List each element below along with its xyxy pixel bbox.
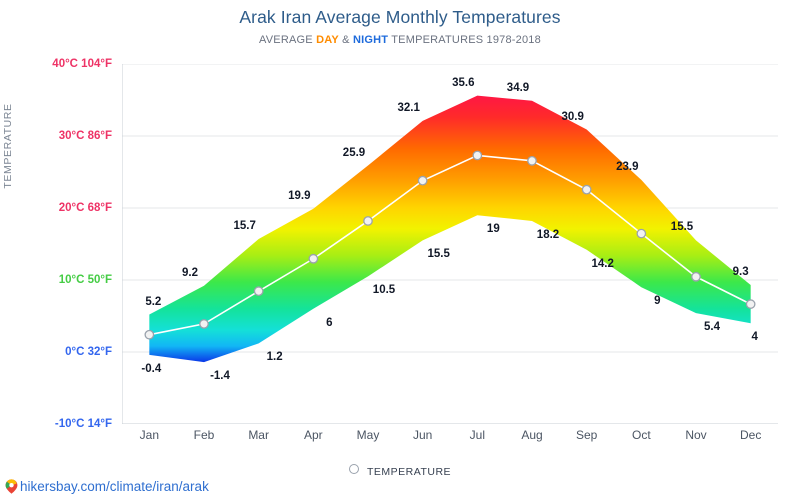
data-point-marker[interactable] [581,184,592,195]
data-point-marker[interactable] [527,155,537,166]
data-label-high: 19.9 [288,189,311,202]
page-title: Arak Iran Average Monthly Temperatures [239,7,561,27]
data-point-marker[interactable] [144,329,155,340]
source-link[interactable]: hikersbay.com/climate/iran/arak [5,479,209,497]
y-axis-tick-label: 0°C 32°F [65,346,112,358]
y-axis-tick-label: -10°C 14°F [54,418,112,430]
x-axis-tick-label-mar: Mar [248,428,269,442]
temperature-chart: Arak Iran Average Monthly Temperatures A… [0,0,800,500]
source-url: hikersbay.com/climate/iran/arak [20,479,209,494]
y-axis-tick-label: 10°C 50°F [58,274,112,286]
x-axis-tick-labels: Jan Feb Mar Apr May Jun Jul Aug Sep Oct Nov Dec [122,428,778,448]
data-label-high: 9.3 [732,266,749,279]
data-label-high: 9.2 [182,266,198,279]
x-axis-tick-label-dec: Dec [739,428,762,442]
x-axis-tick-label-aug: Aug [521,428,543,442]
data-label-high: 15.7 [233,219,256,232]
data-label-low: 6 [326,316,333,329]
data-label-low: 18.2 [536,228,560,241]
y-axis-tick-labels: 40°C 104°F 30°C 86°F 20°C 68°F 10°C 50°F 0°C… [0,58,112,430]
x-axis-tick-label-feb: Feb [193,428,215,442]
plot-area: 5.2 9.2 15.7 19.9 25.9 32.1 35.6 34.9 30.9 23.9 15… [122,64,778,424]
data-point-marker[interactable] [472,150,483,161]
data-label-high: 23.9 [616,160,639,173]
subtitle-night: NIGHT [352,34,389,46]
data-point-marker[interactable] [253,286,264,297]
map-pin-icon [5,479,18,497]
data-label-low: 14.2 [591,257,614,270]
data-point-marker[interactable] [636,228,647,239]
data-point-marker[interactable] [363,216,373,226]
data-label-low: -1.4 [210,370,230,383]
data-point-marker[interactable] [308,253,319,264]
subtitle-day: DAY [316,34,339,46]
circle-outline-icon [348,464,359,474]
y-axis-tick-label: 40°C 104°F [52,58,112,70]
legend-label: TEMPERATURE [366,466,452,478]
x-axis-tick-label-apr: Apr [303,428,323,442]
x-axis-tick-label-nov: Nov [685,428,707,442]
legend: TEMPERATURE [0,464,800,478]
data-point-marker[interactable] [745,299,756,309]
data-label-high: 30.9 [561,110,584,123]
data-label-low: 10.5 [372,284,396,297]
data-point-marker[interactable] [199,319,209,329]
data-label-low: 4 [751,331,758,344]
data-label-high: 25.9 [342,146,366,159]
data-label-low: 5.4 [704,321,720,334]
x-axis-tick-label-may: May [356,428,380,442]
x-axis-tick-label-jun: Jun [412,428,433,442]
x-axis-tick-label-jan: Jan [139,428,159,442]
data-point-marker[interactable] [691,271,701,282]
chart-subtitle: AVERAGE DAY & NIGHT TEMPERATURES 1978-20… [0,34,800,46]
data-label-high: 34.9 [506,81,530,94]
y-axis-tick-label: 30°C 86°F [58,130,112,142]
data-label-low: -0.4 [141,362,162,375]
data-label-low: 9 [654,295,661,308]
x-axis-tick-label-sep: Sep [575,428,598,442]
subtitle-pre: AVERAGE [259,34,317,46]
data-label-low: 19 [486,223,500,236]
x-axis-tick-label-jul: Jul [469,428,485,442]
data-label-high: 32.1 [397,101,420,114]
x-axis-tick-label-oct: Oct [631,428,651,442]
data-label-high: 5.2 [145,295,162,308]
data-label-high: 35.6 [452,76,475,89]
subtitle-post: TEMPERATURES 1978-2018 [388,34,541,46]
data-label-low: 1.2 [266,351,283,364]
data-label-low: 15.5 [427,248,450,261]
data-point-marker[interactable] [417,175,428,186]
subtitle-mid: & [338,34,353,46]
y-axis-tick-label: 20°C 68°F [58,202,112,214]
data-label-high: 15.5 [670,221,694,234]
